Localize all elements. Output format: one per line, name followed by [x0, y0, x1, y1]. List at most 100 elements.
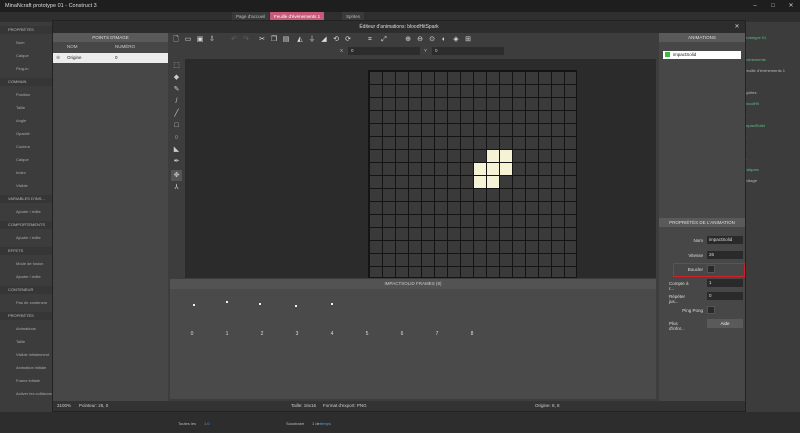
fill-tool-icon[interactable]: ◣: [171, 144, 182, 155]
project-tree-item[interactable]: Feuille d'évènements 1: [744, 67, 785, 75]
frame-thumbnail[interactable]: [295, 305, 297, 307]
cut-icon[interactable]: ✂: [258, 35, 266, 44]
property-row[interactable]: Plug-in: [0, 65, 52, 73]
project-tree-item[interactable]: prototype 01: [744, 34, 766, 42]
line-tool-icon[interactable]: ╱: [171, 108, 182, 119]
save-icon[interactable]: ▣: [196, 35, 204, 44]
frame-thumbnail[interactable]: [331, 303, 333, 305]
eraser-tool-icon[interactable]: ◆: [171, 72, 182, 83]
project-tree-item[interactable]: bloodHit: [744, 100, 759, 108]
frame-thumbnail[interactable]: [259, 303, 261, 305]
mesh-tool-icon[interactable]: ⅄: [171, 182, 182, 193]
layers-icon[interactable]: ◈: [452, 35, 460, 44]
background-icon[interactable]: ◐: [440, 35, 448, 44]
property-row[interactable]: Ajouter / édite: [0, 208, 52, 216]
close-window-icon[interactable]: ✕: [782, 0, 800, 12]
dialog-close-icon[interactable]: ✕: [732, 21, 742, 33]
pencil-tool-icon[interactable]: ✎: [171, 84, 182, 95]
new-file-icon[interactable]: 🗋: [172, 35, 180, 44]
image-point-row[interactable]: ⊕ Origine 0: [53, 53, 168, 63]
repeat-count-input[interactable]: 1: [707, 279, 743, 287]
property-row[interactable]: Couleur: [0, 143, 52, 151]
property-row[interactable]: Index: [0, 169, 52, 177]
flip-horizontal-icon[interactable]: ◭: [296, 35, 304, 44]
property-row[interactable]: Taille: [0, 104, 52, 112]
rectangle-tool-icon[interactable]: □: [171, 120, 182, 131]
property-row[interactable]: Frame initiale: [0, 377, 52, 385]
rotate-left-icon[interactable]: ⟲: [332, 35, 340, 44]
maximize-icon[interactable]: □: [764, 0, 782, 12]
help-button[interactable]: Aide: [707, 319, 743, 328]
resize-icon[interactable]: ⤢: [380, 35, 388, 44]
animation-item[interactable]: impactSolid: [663, 51, 741, 59]
project-tree-item[interactable]: impactSolid: [744, 122, 765, 130]
sprite-grid[interactable]: [368, 70, 577, 278]
frame-number[interactable]: 2: [256, 331, 268, 337]
property-row[interactable]: Visible initialement: [0, 351, 52, 359]
property-section[interactable]: CONTENEUR: [0, 286, 52, 294]
zoom-reset-icon[interactable]: ⊙: [428, 35, 436, 44]
property-row[interactable]: Opacité: [0, 130, 52, 138]
frame-number[interactable]: 3: [291, 331, 303, 337]
color-picker-icon[interactable]: ✒: [171, 156, 182, 167]
property-section[interactable]: COMPORTEMENTS: [0, 221, 52, 229]
speed-input[interactable]: 26: [707, 251, 743, 259]
redo-icon[interactable]: ↷: [242, 35, 250, 44]
select-tool-icon[interactable]: ⬚: [171, 60, 182, 71]
y-input[interactable]: 0: [432, 47, 504, 55]
frame-number[interactable]: 4: [326, 331, 338, 337]
drawing-canvas[interactable]: [185, 59, 656, 278]
property-row[interactable]: Animation initiale: [0, 364, 52, 372]
frame-thumbnail[interactable]: [226, 301, 228, 303]
property-section[interactable]: PROPRIÉTÉS: [0, 26, 52, 34]
property-row[interactable]: Ajouter / édite: [0, 273, 52, 281]
property-section[interactable]: COMMUN: [0, 78, 52, 86]
export-icon[interactable]: ⇩: [208, 35, 216, 44]
brush-tool-icon[interactable]: /: [171, 96, 182, 107]
zoom-in-icon[interactable]: ⊕: [404, 35, 412, 44]
zoom-out-icon[interactable]: ⊖: [416, 35, 424, 44]
property-row[interactable]: Position: [0, 91, 52, 99]
frame-number[interactable]: 5: [361, 331, 373, 337]
pingpong-checkbox[interactable]: [707, 306, 715, 314]
property-row[interactable]: Visible: [0, 182, 52, 190]
editor-toolbar: 🗋 ▭ ▣ ⇩ ↶ ↷ ✂ ❐ ▤ ◭ ⏚ ◢ ⟲ ⟳ ⌗ ⤢ ⊕ ⊖ ⊙ ◐ …: [170, 34, 656, 45]
copy-icon[interactable]: ❐: [270, 35, 278, 44]
repeat-to-input[interactable]: 0: [707, 292, 743, 300]
project-tree-item[interactable]: Calques: [744, 166, 759, 174]
crop-icon[interactable]: ⌗: [366, 35, 374, 44]
minimize-icon[interactable]: –: [746, 0, 764, 12]
frame-thumbnail[interactable]: [193, 304, 195, 306]
name-input[interactable]: impactSolid: [707, 236, 743, 244]
loop-checkbox[interactable]: [707, 265, 715, 273]
grid-icon[interactable]: ⊞: [464, 35, 472, 44]
rotate-right-icon[interactable]: ⟳: [344, 35, 352, 44]
property-section[interactable]: EFFETS: [0, 247, 52, 255]
frame-number[interactable]: 0: [186, 331, 198, 337]
project-tree-item[interactable]: évènements: [744, 56, 766, 64]
ellipse-tool-icon[interactable]: ○: [171, 132, 182, 143]
property-row[interactable]: Calque: [0, 52, 52, 60]
property-section[interactable]: VARIABLES D'INS...: [0, 195, 52, 203]
open-icon[interactable]: ▭: [184, 35, 192, 44]
paste-icon[interactable]: ▤: [282, 35, 290, 44]
property-row[interactable]: Angle: [0, 117, 52, 125]
property-section[interactable]: PROPRIÉTÉS: [0, 312, 52, 320]
x-input[interactable]: 0: [348, 47, 420, 55]
property-row[interactable]: Ajouter / édite: [0, 234, 52, 242]
undo-icon[interactable]: ↶: [230, 35, 238, 44]
flip-vertical-icon[interactable]: ⏚: [308, 35, 316, 44]
property-row[interactable]: Animations: [0, 325, 52, 333]
property-row[interactable]: Taille: [0, 338, 52, 346]
property-row[interactable]: Nom: [0, 39, 52, 47]
frame-number[interactable]: 8: [466, 331, 478, 337]
frame-number[interactable]: 6: [396, 331, 408, 337]
property-row[interactable]: Mode de fusion: [0, 260, 52, 268]
frame-number[interactable]: 7: [431, 331, 443, 337]
frame-number[interactable]: 1: [221, 331, 233, 337]
origin-tool-icon[interactable]: ✥: [171, 170, 182, 181]
property-row[interactable]: Calque: [0, 156, 52, 164]
property-row[interactable]: Pas de conteneur: [0, 299, 52, 307]
rotate-icon[interactable]: ◢: [320, 35, 328, 44]
property-row[interactable]: Activer les collisions: [0, 390, 52, 398]
